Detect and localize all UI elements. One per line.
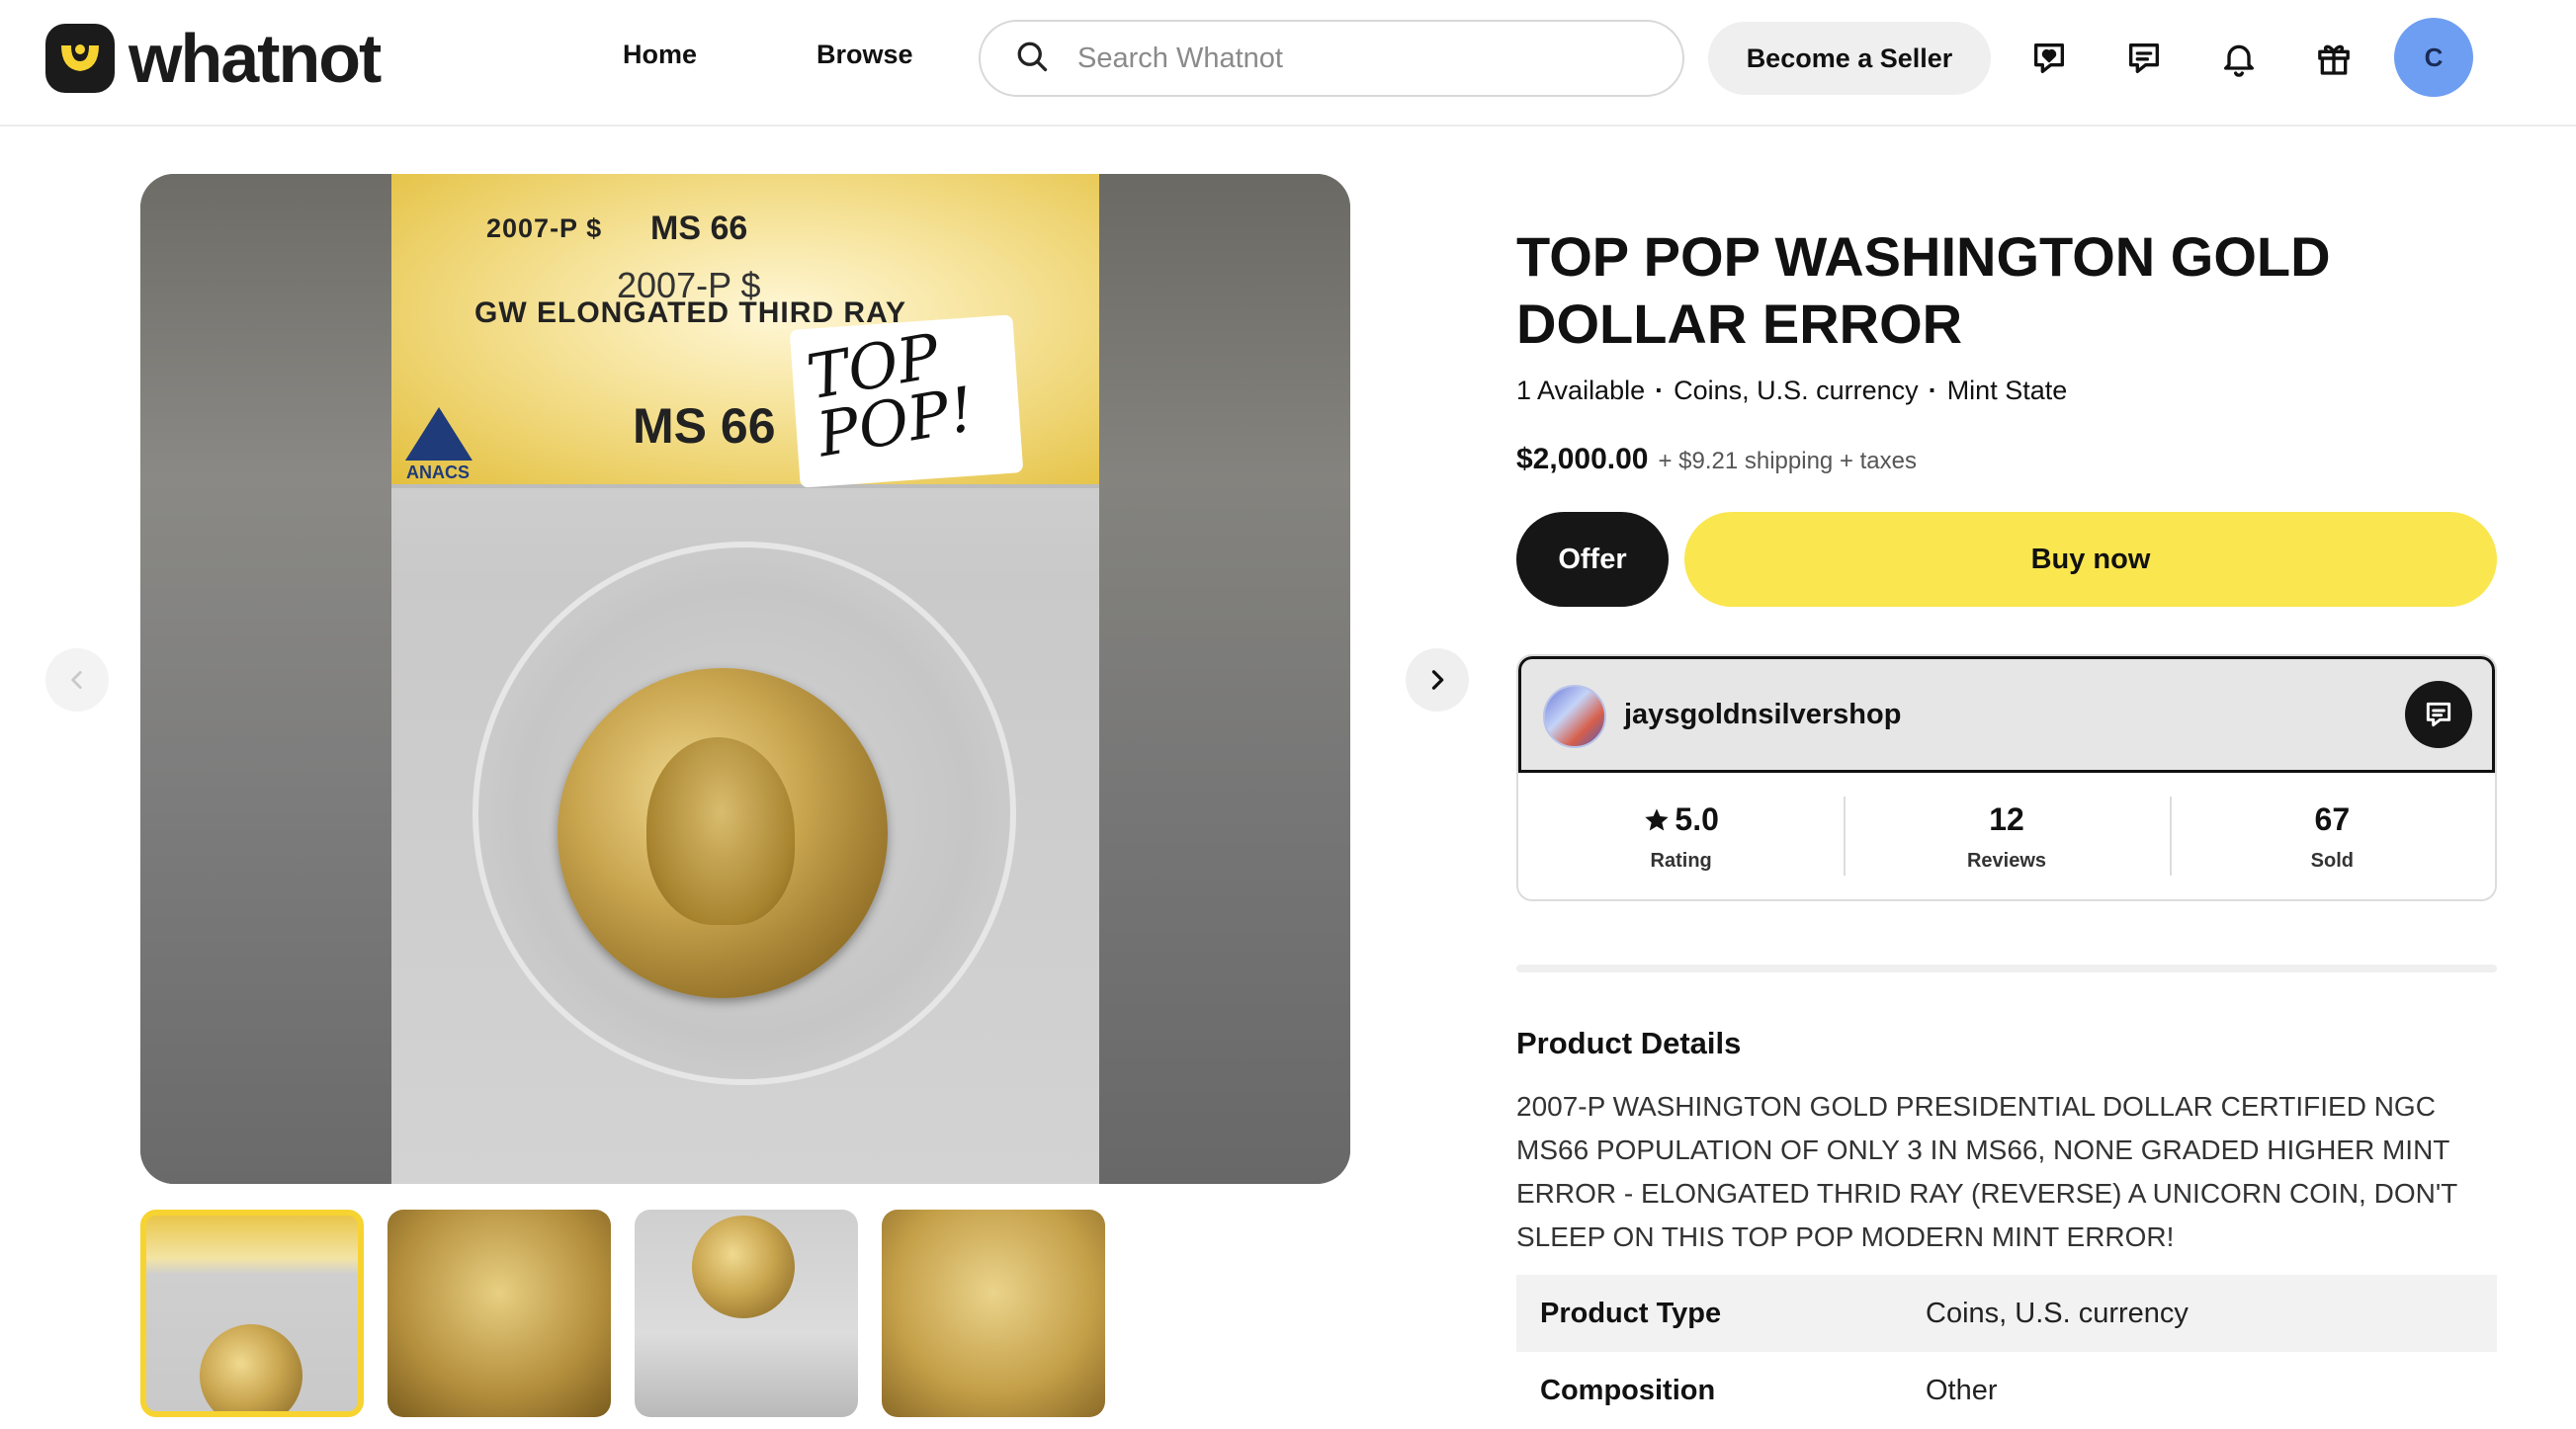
whatnot-logo[interactable]: whatnot [45,20,382,97]
product-details-heading: Product Details [1516,1026,1742,1060]
thumbnail-slab[interactable] [140,1210,364,1417]
product-description: 2007-P WASHINGTON GOLD PRESIDENTIAL DOLL… [1516,1091,2457,1252]
detail-row-composition: Composition Other [1516,1352,2497,1429]
seller-avatar[interactable] [1543,685,1606,748]
offer-button[interactable]: Offer [1516,512,1669,607]
previous-image-button[interactable] [45,648,109,712]
nav-home-link[interactable]: Home [623,40,697,70]
seller-header[interactable]: jaysgoldnsilvershop [1518,656,2495,773]
thumbnail-reverse[interactable] [882,1210,1105,1417]
anacs-triangle-icon [405,407,472,461]
meta-separator: · [1655,376,1665,405]
slab-label-grade: MS 66 [633,398,776,454]
main-product-image[interactable]: 2007-P $ MS 66 2007-P $ GW ELONGATED THI… [140,174,1350,1184]
anacs-logo: ANACS [405,407,472,483]
rating-value: 5.0 [1674,801,1719,837]
availability-text: 1 Available [1516,376,1646,405]
detail-row-product-type: Product Type Coins, U.S. currency [1516,1275,2497,1352]
coin-slab: 2007-P $ MS 66 2007-P $ GW ELONGATED THI… [391,174,1099,1184]
star-icon [1645,807,1670,830]
shipping-cost: + $9.21 shipping + taxes [1658,448,1917,474]
stat-rating-value-wrap: 5.0 [1643,801,1719,838]
user-avatar[interactable]: C [2394,18,2473,97]
chevron-left-icon [71,671,82,689]
seller-stats: 5.0 Rating 12 Reviews 67 Sold [1518,773,2495,899]
rating-label: Rating [1650,850,1712,872]
thumbnail-coin [692,1216,795,1318]
gift-icon[interactable] [2311,36,2357,81]
slab-label-variety: GW ELONGATED THIRD RAY [474,296,907,329]
search-icon [1014,39,1050,79]
logo-wordmark: whatnot [129,20,382,97]
reviews-value: 12 [1989,801,2024,837]
stat-rating[interactable]: 5.0 Rating [1518,773,1844,899]
sticker-handwriting: TOP POP! [802,319,980,471]
search-bar[interactable] [979,20,1684,97]
logo-mark-icon [45,24,115,93]
detail-key: Composition [1540,1374,1716,1406]
stat-sold[interactable]: 67 Sold [2169,773,2495,899]
thumbnail-slab-angle[interactable] [635,1210,858,1417]
product-title: TOP POP WASHINGTON GOLD DOLLAR ERROR [1516,225,2331,355]
buy-now-button[interactable]: Buy now [1684,512,2497,607]
section-divider [1516,965,2497,972]
stat-reviews[interactable]: 12 Reviews [1844,773,2169,899]
sold-value: 67 [2314,801,2351,837]
condition-text: Mint State [1946,376,2068,405]
price: $2,000.00 [1516,443,1649,475]
sold-label: Sold [2310,850,2354,872]
detail-key: Product Type [1540,1297,1722,1329]
detail-value: Coins, U.S. currency [1926,1297,2189,1329]
top-pop-sticker: TOP POP! [789,314,1024,488]
slab-label-grade-top: MS 66 [650,210,748,247]
become-seller-button[interactable]: Become a Seller [1708,22,1991,95]
top-navbar: whatnot Home Browse Become a Seller [0,0,2576,126]
next-image-button[interactable] [1406,648,1469,712]
image-blur-left [140,174,391,1184]
reviews-label: Reviews [1966,850,2047,872]
washington-portrait [646,737,795,925]
message-icon [2426,702,2451,727]
slab-label-date: 2007-P $ [486,213,603,243]
chevron-right-icon [1431,670,1444,690]
heart-chat-icon[interactable] [2026,36,2072,81]
thumbnail-obverse[interactable] [387,1210,611,1417]
product-meta: 1 Available · Coins, U.S. currency · Min… [1516,376,2067,406]
seller-card: jaysgoldnsilvershop 5.0 Rating 12 Review… [1516,654,2497,901]
message-seller-button[interactable] [2405,681,2472,748]
anacs-wordmark: ANACS [405,462,470,482]
meta-separator: · [1928,376,1937,405]
category-link[interactable]: Coins, U.S. currency [1674,376,1919,406]
detail-value: Other [1926,1374,1998,1406]
bell-icon[interactable] [2216,36,2262,81]
coin-obverse [558,668,888,998]
messages-icon[interactable] [2121,36,2167,81]
nav-browse-link[interactable]: Browse [816,40,913,70]
image-blur-right [1099,174,1350,1184]
seller-name[interactable]: jaysgoldnsilvershop [1624,699,1901,731]
slab-label: 2007-P $ MS 66 2007-P $ GW ELONGATED THI… [391,174,1099,488]
search-input[interactable] [1077,42,1631,75]
price-row: $2,000.00 + $9.21 shipping + taxes [1516,443,1917,476]
